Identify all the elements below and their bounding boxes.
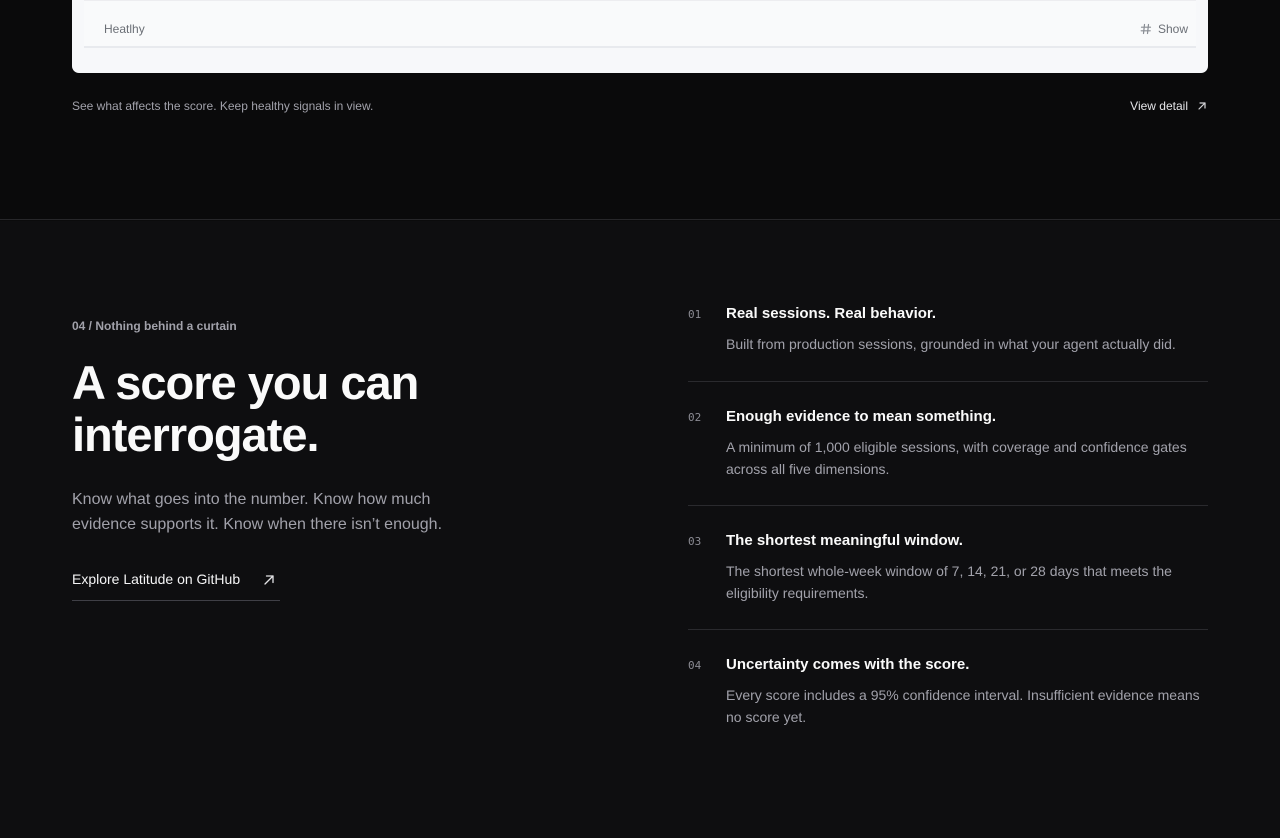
feature-item: 01 Real sessions. Real behavior. Built f… [688,305,1208,382]
hash-icon [1140,23,1152,35]
github-link[interactable]: Explore Latitude on GitHub [72,571,280,601]
feature-title: Real sessions. Real behavior. [726,305,937,322]
show-toggle-button[interactable]: Show [1140,22,1188,36]
section-eyebrow: 04 / Nothing behind a curtain [72,319,237,333]
feature-number: 01 [688,308,702,321]
feature-description: Built from production sessions, grounded… [726,336,1176,352]
view-detail-label: View detail [1130,99,1188,113]
health-panel-section: Heatlhy Show See what affects the score.… [0,0,1280,220]
section-headline: A score you can interrogate. [72,356,419,461]
transparency-section: 04 / Nothing behind a curtain A score yo… [0,221,1280,838]
feature-item: 02 Enough evidence to mean something. A … [688,382,1208,506]
feature-item: 03 The shortest meaningful window. The s… [688,506,1208,630]
arrow-up-right-icon [1198,102,1206,110]
feature-description: A minimum of 1,000 eligible sessions, wi… [726,438,1187,478]
feature-description: Every score includes a 95% confidence in… [726,686,1200,726]
feature-number: 02 [688,410,702,424]
view-detail-link[interactable]: View detail [1130,99,1208,113]
feature-number: 03 [688,534,702,548]
feature-title: The shortest meaningful window. [726,531,963,549]
feature-title: Enough evidence to mean something. [726,407,997,425]
health-row: Heatlhy Show [84,0,1196,48]
health-row-label: Heatlhy [104,22,145,36]
health-card: Heatlhy Show [72,0,1208,73]
arrow-up-right-icon [264,575,274,585]
feature-list: 01 Real sessions. Real behavior. Built f… [688,305,1208,729]
feature-item: 04 Uncertainty comes with the score. Eve… [688,630,1208,729]
github-link-label: Explore Latitude on GitHub [72,571,241,587]
feature-number: 04 [688,658,702,672]
section-lead: Know what goes into the number. Know how… [72,491,443,533]
feature-description: The shortest whole-week window of 7, 14,… [726,562,1172,602]
show-toggle-label: Show [1157,22,1188,36]
health-caption: See what affects the score. Keep healthy… [72,99,374,113]
feature-title: Uncertainty comes with the score. [726,655,970,673]
